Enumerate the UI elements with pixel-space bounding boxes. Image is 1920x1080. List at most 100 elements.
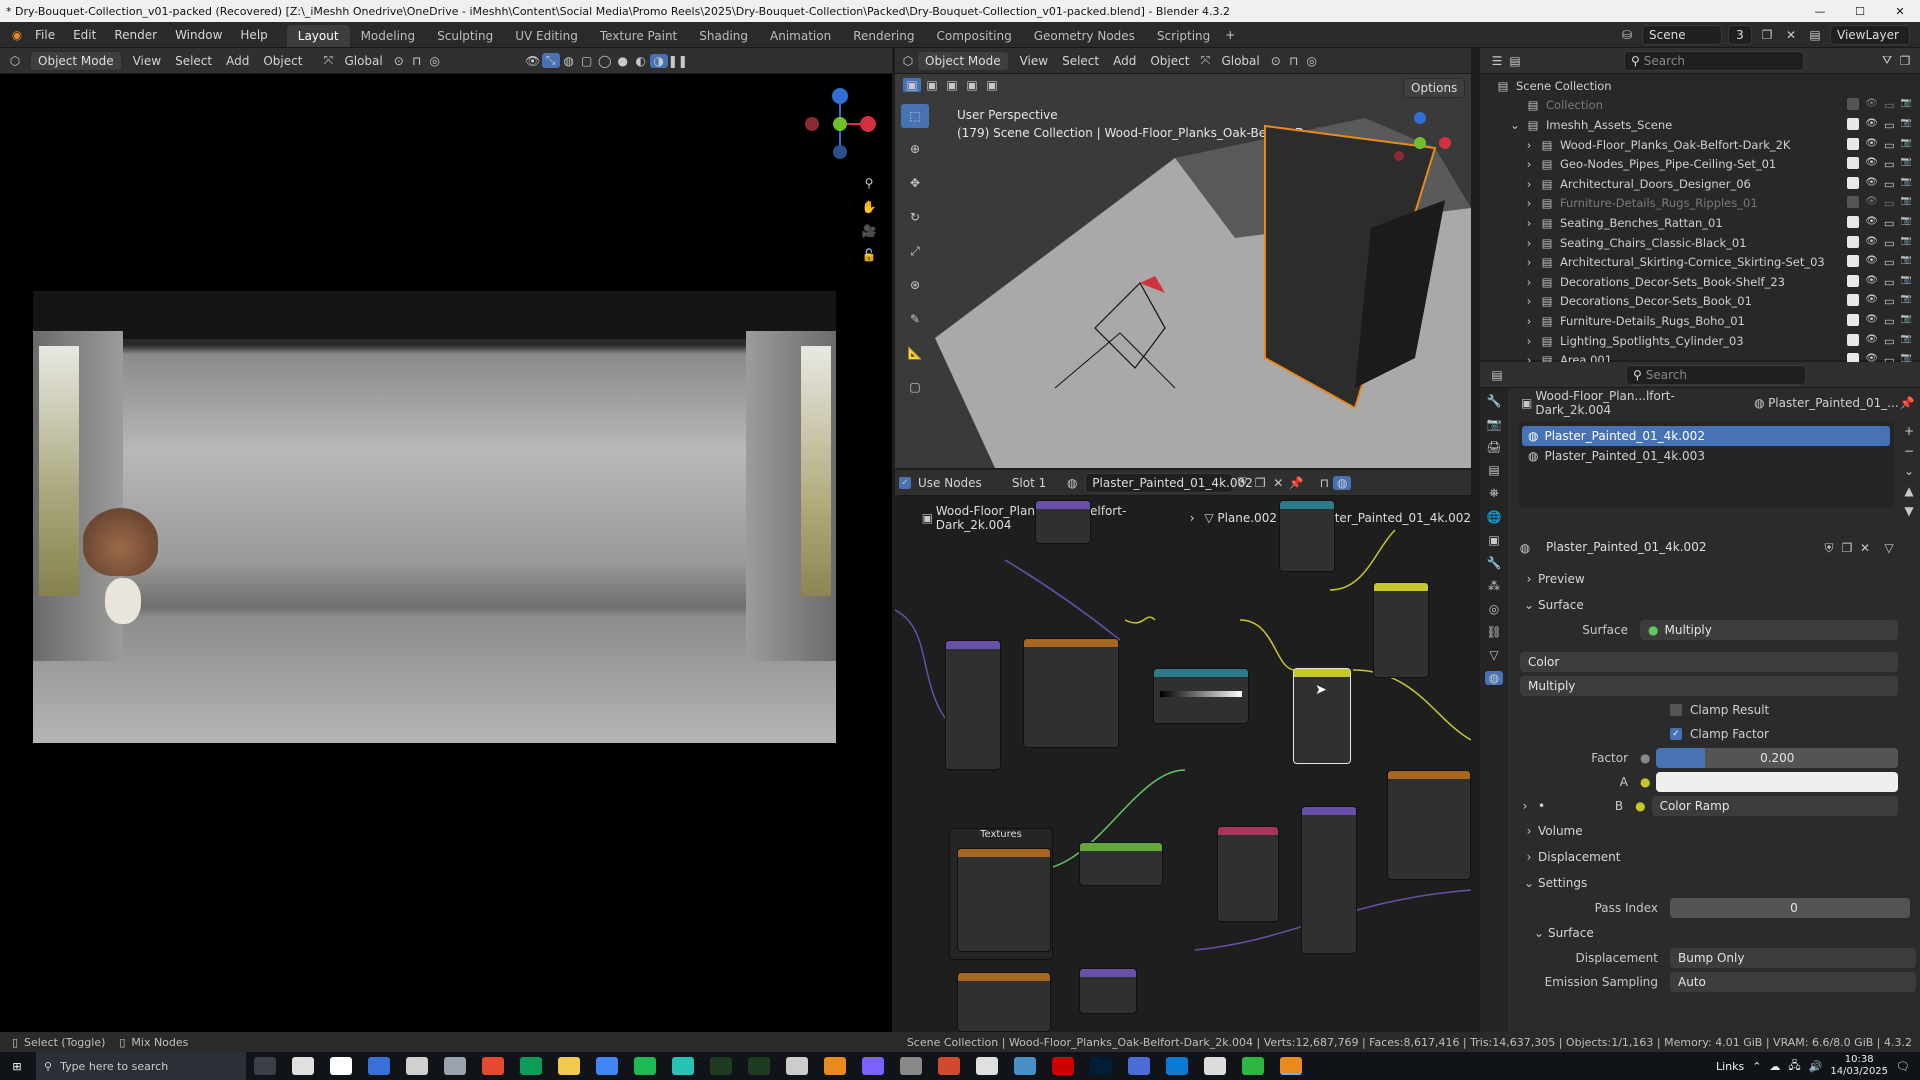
exclude-checkbox[interactable] <box>1847 235 1860 248</box>
material-name-field[interactable]: Plaster_Painted_01_4k.002 <box>1540 538 1820 558</box>
monitor-icon[interactable]: ▭ <box>1884 196 1895 210</box>
emission-sampling-dropdown[interactable]: Auto <box>1670 972 1916 992</box>
app-icon[interactable] <box>1128 1057 1150 1075</box>
select-box-tool-icon[interactable]: ⬚ <box>901 104 929 128</box>
monitor-icon[interactable]: ▭ <box>1884 314 1895 328</box>
remove-slot-icon[interactable]: − <box>1900 444 1918 458</box>
camera-render-icon[interactable]: 📷 <box>1901 157 1912 171</box>
new-collection-icon[interactable]: ❐ <box>1896 54 1914 68</box>
clock[interactable]: 10:38 14/03/2025 <box>1830 1054 1888 1078</box>
outliner-search-input[interactable]: ⚲ Search <box>1624 50 1804 71</box>
painter-app-icon[interactable] <box>748 1057 770 1075</box>
camera-render-icon[interactable]: 📷 <box>1901 294 1912 308</box>
view-layer-selector[interactable]: ViewLayer <box>1830 24 1910 45</box>
menu-view[interactable]: View <box>1013 54 1055 68</box>
outliner-editor-icon[interactable]: ☰ <box>1488 54 1506 68</box>
app-icon[interactable] <box>368 1057 390 1075</box>
tool-tab-icon[interactable]: 🔧 <box>1485 394 1503 408</box>
constraints-tab-icon[interactable]: ⛓ <box>1485 625 1503 639</box>
rotate-tool-icon[interactable]: ↻ <box>901 204 929 230</box>
menu-window[interactable]: Window <box>166 22 231 48</box>
file-explorer-icon[interactable] <box>558 1057 580 1075</box>
menu-help[interactable]: Help <box>231 22 276 48</box>
mode-selector[interactable]: Object Mode <box>917 50 1009 71</box>
app-icon[interactable] <box>786 1057 808 1075</box>
monitor-icon[interactable]: ▭ <box>1884 177 1895 191</box>
eye-icon[interactable]: 👁 <box>1865 138 1878 152</box>
image-texture-node-2[interactable] <box>1387 770 1471 880</box>
eye-icon[interactable]: 👁 <box>1865 236 1878 250</box>
filter-icon[interactable]: ⛛ <box>1878 53 1896 68</box>
add-cube-tool-icon[interactable]: ▢ <box>901 374 929 400</box>
exclude-checkbox[interactable] <box>1847 98 1860 111</box>
chrome-app-icon[interactable] <box>482 1057 504 1075</box>
snap-icon[interactable]: ⊓ <box>408 54 426 68</box>
slot-specials-icon[interactable]: ⌄ <box>1900 464 1918 478</box>
output-tab-icon[interactable]: 🖨 <box>1485 440 1503 454</box>
top-3d-viewport[interactable]: ⬡ Object Mode View Select Add Object ⤧ G… <box>895 48 1471 468</box>
clamp-result-checkbox[interactable] <box>1670 704 1682 716</box>
transform-tool-icon[interactable]: ⊛ <box>901 272 929 298</box>
task-view-icon[interactable] <box>254 1057 276 1075</box>
exclude-checkbox[interactable] <box>1847 157 1860 170</box>
top-node[interactable] <box>1279 500 1335 572</box>
material-slot-item[interactable]: ◍ Plaster_Painted_01_4k.003 <box>1522 446 1890 466</box>
volume-icon[interactable]: 🔊 <box>1809 1060 1823 1073</box>
expand-chevron-icon[interactable]: › <box>1520 255 1538 269</box>
material-shading-icon[interactable]: ◐ <box>632 54 650 68</box>
camera-render-icon[interactable]: 📷 <box>1901 138 1912 152</box>
menu-view[interactable]: View <box>126 54 168 68</box>
fake-user-icon[interactable]: ⛨ <box>1820 541 1838 556</box>
pivot-icon[interactable]: ⊙ <box>1267 54 1285 68</box>
menu-edit[interactable]: Edit <box>64 22 105 48</box>
cursor-tool-icon[interactable]: ⊕ <box>901 136 929 162</box>
solid-shading-icon[interactable]: ● <box>614 54 632 68</box>
link-icon[interactable]: ▽ <box>1880 541 1898 555</box>
eye-icon[interactable]: 👁 <box>1865 275 1878 289</box>
monitor-icon[interactable]: ▭ <box>1884 275 1895 289</box>
pin-icon[interactable]: 📌 <box>1899 396 1916 410</box>
properties-search-input[interactable]: ⚲ Search <box>1626 364 1806 385</box>
normal-map-node[interactable] <box>1079 968 1137 1014</box>
physics-tab-icon[interactable]: ◎ <box>1485 602 1503 616</box>
eye-icon[interactable]: 👁 <box>1865 98 1878 112</box>
menu-select[interactable]: Select <box>168 54 219 68</box>
outliner-item[interactable]: › ▤ Wood-Floor_Planks_Oak-Belfort-Dark_2K 👁… <box>1480 135 1920 155</box>
color-ramp-node[interactable] <box>1153 668 1249 724</box>
illustrator-app-icon[interactable] <box>1052 1057 1074 1075</box>
app-icon[interactable] <box>900 1057 922 1075</box>
texture-coordinate-node[interactable] <box>1217 826 1279 922</box>
material-slot-item[interactable]: ◍ Plaster_Painted_01_4k.002 <box>1522 426 1890 446</box>
mode-selector[interactable]: Object Mode <box>30 50 122 71</box>
tab-texture-paint[interactable]: Texture Paint <box>589 25 688 47</box>
blender-logo-icon[interactable]: ◉ <box>8 28 26 42</box>
designer-app-icon[interactable] <box>710 1057 732 1075</box>
tab-rendering[interactable]: Rendering <box>842 25 925 47</box>
unlink-material-icon[interactable]: ✕ <box>1856 541 1874 555</box>
monitor-icon[interactable]: ▭ <box>1884 98 1895 112</box>
pause-render-icon[interactable]: ❚❚ <box>668 54 688 68</box>
tab-uv-editing[interactable]: UV Editing <box>504 25 589 47</box>
left-3d-viewport[interactable]: ⬡ Object Mode View Select Add Object ⤧ G… <box>0 48 892 1032</box>
chevron-right-icon[interactable]: › <box>1516 799 1534 813</box>
image-texture-node[interactable] <box>1023 638 1119 748</box>
editor-type-icon[interactable]: ⬡ <box>899 54 917 68</box>
menu-file[interactable]: File <box>26 22 64 48</box>
minimize-button[interactable]: — <box>1800 5 1840 18</box>
proportional-edit-icon[interactable]: ◎ <box>1303 54 1321 68</box>
expand-chevron-icon[interactable]: › <box>1520 157 1538 171</box>
proportional-edit-icon[interactable]: ◎ <box>426 54 444 68</box>
exclude-checkbox[interactable] <box>1847 294 1860 307</box>
snap-icon[interactable]: ⊓ <box>1285 54 1303 68</box>
outliner-item[interactable]: › ▤ Decorations_Decor-Sets_Book_01 👁 ▭ 📷 <box>1480 292 1920 312</box>
blender-app-icon[interactable] <box>1280 1057 1302 1075</box>
notion-app-icon[interactable] <box>330 1057 352 1075</box>
menu-add[interactable]: Add <box>219 54 256 68</box>
exclude-checkbox[interactable] <box>1847 333 1860 346</box>
monitor-icon[interactable]: ▭ <box>1884 216 1895 230</box>
outliner-item[interactable]: › ▤ Architectural_Doors_Designer_06 👁 ▭ 📷 <box>1480 174 1920 194</box>
monitor-icon[interactable]: ▭ <box>1884 138 1895 152</box>
monitor-icon[interactable]: ▭ <box>1884 294 1895 308</box>
windows-start-icon[interactable]: ⊞ <box>8 1060 26 1073</box>
eye-icon[interactable]: 👁 <box>1865 216 1878 230</box>
